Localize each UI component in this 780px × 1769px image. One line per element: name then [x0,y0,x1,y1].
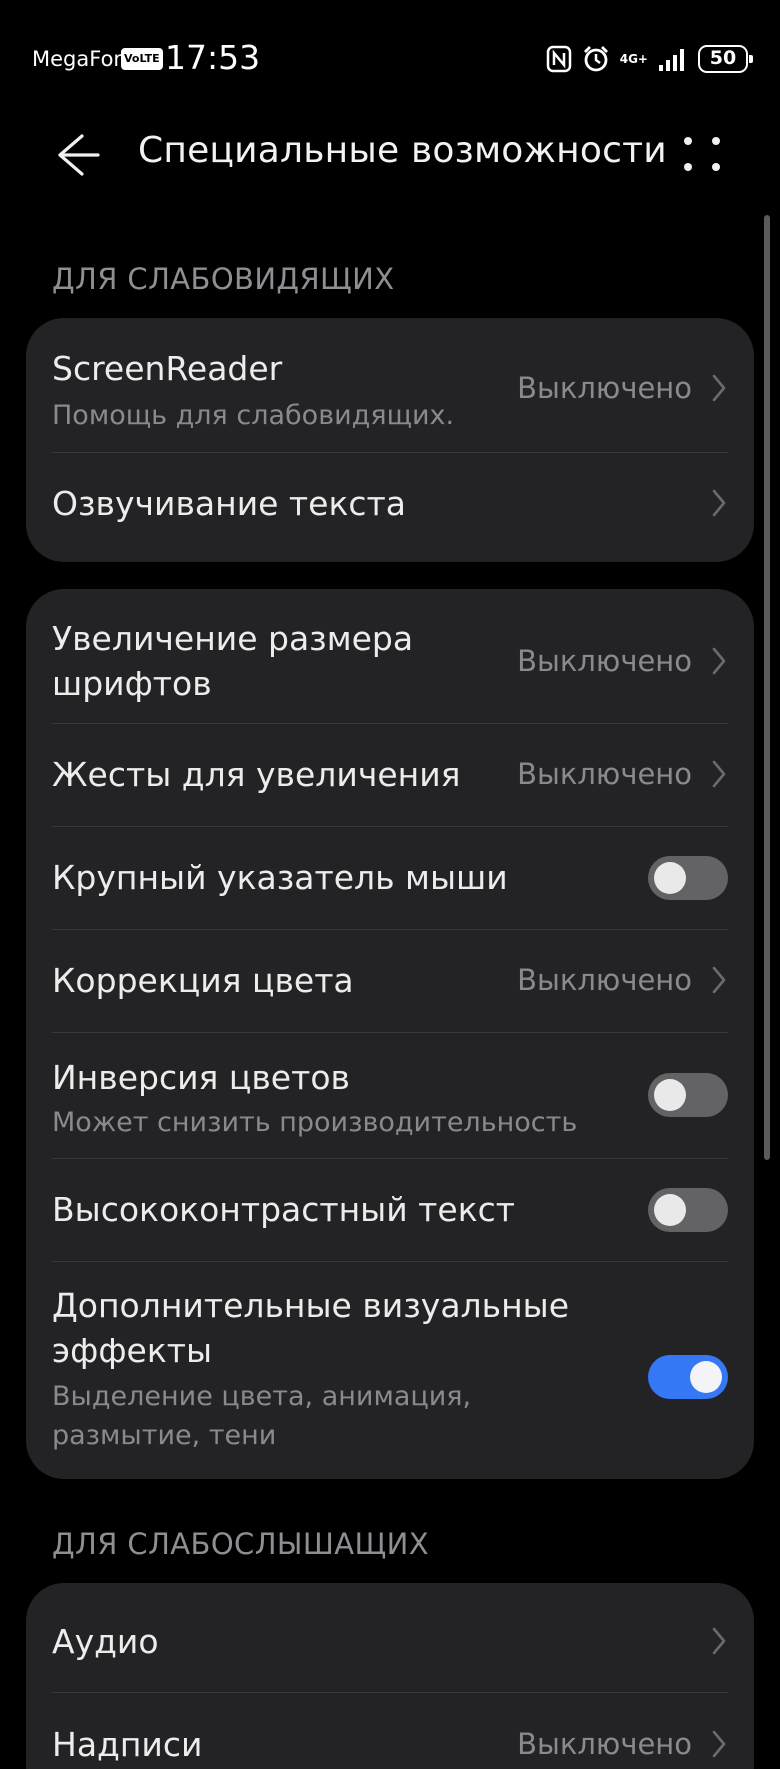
color-correction-status: Выключено [517,963,692,997]
nfc-icon [546,45,571,73]
font-size-status: Выключено [517,644,692,678]
color-inversion-toggle[interactable] [648,1073,728,1117]
magnification-status: Выключено [517,757,692,791]
network-type: 4G+ [619,51,648,66]
status-bar: MegaFon VoLTE 17:53 4G+ 50 [0,0,780,120]
tts-row[interactable]: Озвучивание текста [26,453,754,562]
chevron-right-icon [712,489,726,517]
hearing-card: Аудио Надписи Выключено [26,1583,754,1769]
visual-effects-toggle[interactable] [648,1355,728,1399]
chevron-right-icon [712,374,726,402]
high-contrast-label: Высококонтрастный текст [52,1190,515,1229]
section-header-vision: ДЛЯ СЛАБОВИДЯЩИХ [52,262,395,296]
color-inversion-description: Может снизить производительность [52,1107,578,1138]
vision-card-1: ScreenReader Помощь для слабовидящих. Вы… [26,318,754,562]
clock: 17:53 [165,38,261,77]
section-header-hearing: ДЛЯ СЛАБОСЛЫШАЩИХ [52,1527,430,1561]
large-pointer-label: Крупный указатель мыши [52,858,508,897]
color-correction-row[interactable]: Коррекция цвета Выключено [26,930,754,1032]
magnification-label: Жесты для увеличения [52,755,461,794]
back-button[interactable] [48,128,108,182]
color-correction-label: Коррекция цвета [52,961,354,1000]
font-size-row[interactable]: Увеличение размера шрифтов Выключено [26,589,754,723]
audio-row[interactable]: Аудио [26,1583,754,1692]
signal-icon [659,49,684,71]
chevron-right-icon [712,1627,726,1655]
captions-row[interactable]: Надписи Выключено [26,1693,754,1769]
tts-label: Озвучивание текста [52,484,406,523]
page-title: Специальные возможности [138,130,667,171]
color-inversion-label: Инверсия цветов [52,1058,350,1097]
battery-icon: 50 [698,45,753,73]
large-pointer-toggle[interactable] [648,856,728,900]
status-icons: 4G+ 50 [546,44,753,74]
visual-effects-description-line1: Выделение цвета, анимация, [52,1381,472,1412]
chevron-right-icon [712,760,726,788]
scrollbar[interactable] [764,215,770,1160]
visual-effects-row[interactable]: Дополнительные визуальные эффекты Выделе… [26,1262,754,1479]
chevron-right-icon [712,1730,726,1758]
high-contrast-row[interactable]: Высококонтрастный текст [26,1159,754,1261]
high-contrast-toggle[interactable] [648,1188,728,1232]
screenreader-status: Выключено [517,371,692,405]
toggle-knob [654,1194,686,1226]
carrier-name: MegaFon [32,47,127,71]
more-dots-icon [684,137,720,171]
visual-effects-label-line1: Дополнительные визуальные [52,1286,570,1325]
screenreader-description: Помощь для слабовидящих. [52,400,455,431]
visual-effects-description-line2: размытие, тени [52,1420,277,1451]
visual-effects-label-line2: эффекты [52,1331,213,1370]
chevron-right-icon [712,647,726,675]
magnification-row[interactable]: Жесты для увеличения Выключено [26,724,754,826]
screenreader-row[interactable]: ScreenReader Помощь для слабовидящих. Вы… [26,318,754,452]
vision-card-2: Увеличение размера шрифтов Выключено Жес… [26,589,754,1479]
screenreader-label: ScreenReader [52,349,283,388]
chevron-right-icon [712,966,726,994]
font-size-label-line1: Увеличение размера [52,619,414,658]
battery-level: 50 [709,47,737,69]
toggle-knob [690,1361,722,1393]
volte-badge: VoLTE [121,48,163,70]
font-size-label-line2: шрифтов [52,664,212,703]
captions-label: Надписи [52,1725,203,1764]
audio-label: Аудио [52,1622,159,1661]
arrow-left-icon [58,134,100,176]
alarm-icon [583,46,608,72]
more-options-button[interactable] [672,124,732,184]
toggle-knob [654,862,686,894]
large-pointer-row[interactable]: Крупный указатель мыши [26,827,754,929]
captions-status: Выключено [517,1727,692,1761]
toggle-knob [654,1079,686,1111]
color-inversion-row[interactable]: Инверсия цветов Может снизить производит… [26,1033,754,1158]
